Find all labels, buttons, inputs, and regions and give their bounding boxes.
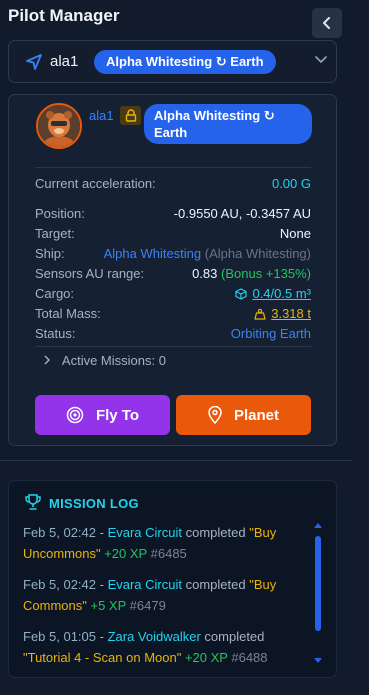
mass-value-link[interactable]: 3.318 t — [271, 305, 311, 322]
selected-pilot-name: ala1 — [50, 53, 79, 70]
fly-to-label: Fly To — [95, 406, 140, 424]
planet-button[interactable]: Planet — [176, 395, 311, 435]
cargo-row: Cargo: 0.4/0.5 m³ — [35, 285, 311, 302]
log-xp: +20 XP — [184, 650, 228, 665]
collapse-panel-button[interactable] — [312, 8, 342, 38]
location-badge: Alpha Whitesting ↻ Earth — [94, 50, 276, 74]
pilot-selector[interactable]: ala1 Alpha Whitesting ↻ Earth — [8, 40, 337, 83]
cargo-value-link[interactable]: 0.4/0.5 m³ — [252, 285, 311, 302]
log-pilot[interactable]: Evara Circuit — [108, 525, 182, 540]
target-value: None — [279, 226, 311, 241]
log-entry: Feb 5, 02:42 - Evara Circuit completed "… — [23, 525, 277, 561]
log-time: Feb 5, 01:05 — [23, 629, 96, 644]
status-value: Orbiting Earth — [230, 326, 311, 341]
mission-log-list[interactable]: Feb 5, 02:42 - Evara Circuit completed "… — [23, 522, 308, 678]
acceleration-value: 0.00 G — [271, 176, 311, 191]
sensors-label: Sensors AU range: — [35, 266, 145, 281]
pilot-name-link[interactable]: ala1 — [89, 108, 114, 123]
scrollbar-thumb[interactable] — [315, 536, 321, 631]
navigation-arrow-icon — [26, 54, 42, 70]
status-label: Status: — [35, 326, 76, 341]
cargo-label: Cargo: — [35, 286, 75, 301]
sensors-bonus: (Bonus +135%) — [221, 266, 311, 281]
planet-label: Planet — [233, 406, 279, 424]
sensors-value: 0.83 — [192, 266, 218, 281]
log-entry: Feb 5, 01:05 - Zara Voidwalker completed… — [23, 629, 268, 665]
ship-alias: (Alpha Whitesting) — [204, 246, 311, 261]
target-label: Target: — [35, 226, 75, 241]
mass-row: Total Mass: 3.318 t — [35, 305, 311, 322]
log-id: #6479 — [129, 598, 166, 613]
log-pilot[interactable]: Zara Voidwalker — [108, 629, 201, 644]
mass-label: Total Mass: — [35, 306, 101, 321]
log-time: Feb 5, 02:42 — [23, 525, 96, 540]
chevron-down-icon — [315, 56, 327, 64]
active-missions-label: Active Missions: 0 — [61, 353, 166, 368]
log-scrollbar[interactable] — [312, 521, 324, 667]
log-time: Feb 5, 02:42 — [23, 577, 96, 592]
ship-label: Ship: — [35, 246, 65, 261]
pilot-card: ala1 Alpha Whitesting ↻ Earth Current ac… — [8, 94, 337, 446]
divider — [35, 167, 311, 168]
log-action: completed — [185, 525, 246, 540]
sensors-row: Sensors AU range: 0.83 (Bonus +135%) — [35, 265, 311, 282]
cube-icon — [235, 287, 248, 300]
lock-badge — [120, 106, 141, 125]
log-pilot[interactable]: Evara Circuit — [108, 577, 182, 592]
target-icon — [66, 406, 84, 424]
position-value: -0.9550 AU, -0.3457 AU — [173, 206, 311, 221]
log-id: #6485 — [150, 546, 187, 561]
fly-to-button[interactable]: Fly To — [35, 395, 170, 435]
divider — [35, 346, 311, 347]
acceleration-label: Current acceleration: — [35, 176, 156, 191]
status-row: Status: Orbiting Earth — [35, 325, 311, 342]
acceleration-row: Current acceleration: 0.00 G — [35, 175, 311, 192]
active-missions-toggle[interactable]: Active Missions: 0 — [43, 353, 166, 368]
log-xp: +5 XP — [90, 598, 127, 613]
ship-name-link[interactable]: Alpha Whitesting — [104, 246, 202, 261]
trophy-icon — [25, 494, 41, 510]
ship-row: Ship: Alpha Whitesting (Alpha Whitesting… — [35, 245, 311, 262]
chevron-right-icon — [44, 355, 50, 365]
lock-icon — [125, 109, 136, 122]
chevron-left-icon — [323, 17, 330, 29]
log-xp: +20 XP — [104, 546, 147, 561]
position-row: Position: -0.9550 AU, -0.3457 AU — [35, 205, 311, 222]
pilot-avatar — [36, 103, 82, 149]
mission-log-panel: MISSION LOG Feb 5, 02:42 - Evara Circuit… — [8, 480, 337, 678]
scroll-up-icon[interactable] — [312, 521, 324, 531]
map-pin-icon — [208, 406, 222, 424]
log-entry: Feb 5, 02:42 - Evara Circuit completed "… — [23, 577, 277, 613]
scroll-down-icon[interactable] — [312, 655, 324, 665]
section-divider — [0, 460, 352, 461]
target-row: Target: None — [35, 225, 311, 242]
log-action: completed — [185, 577, 246, 592]
app-title: Pilot Manager — [8, 6, 120, 25]
log-action: completed — [204, 629, 265, 644]
weight-icon — [254, 308, 266, 320]
card-location-badge: Alpha Whitesting ↻ Earth — [144, 104, 312, 144]
mission-log-title: MISSION LOG — [49, 496, 139, 511]
position-label: Position: — [35, 206, 85, 221]
log-id: #6488 — [231, 650, 268, 665]
log-quest: "Tutorial 4 - Scan on Moon" — [23, 650, 182, 665]
